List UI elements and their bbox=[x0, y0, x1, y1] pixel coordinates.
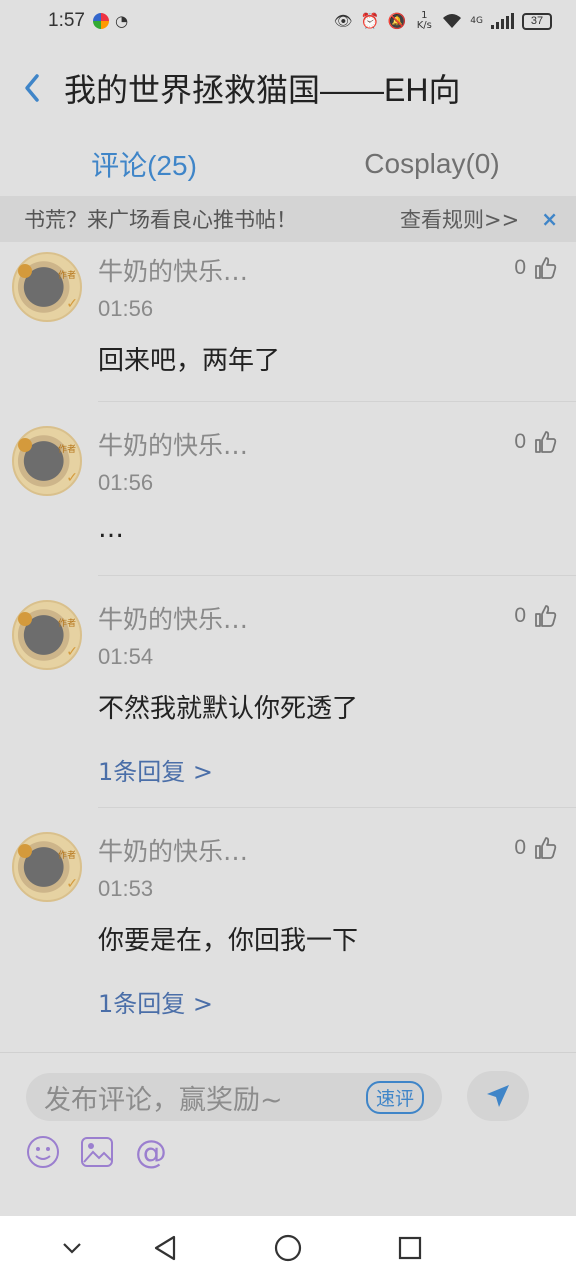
chevron-down-icon[interactable] bbox=[56, 1232, 88, 1264]
comment-item: 作者 ✓ 牛奶的快乐… 01:56 0 回来吧，两年了 bbox=[0, 244, 576, 402]
mute-icon: 🔕 bbox=[387, 12, 407, 30]
avatar[interactable]: 作者 ✓ bbox=[12, 832, 82, 902]
view-replies-link[interactable]: 1条回复 > bbox=[98, 752, 213, 787]
signal-icon bbox=[491, 13, 514, 29]
author-tag: 作者 bbox=[57, 619, 76, 629]
comment-username[interactable]: 牛奶的快乐… bbox=[98, 832, 248, 868]
system-navigation-bar bbox=[0, 1216, 576, 1280]
comment-item: 作者 ✓ 牛奶的快乐… 01:53 0 你要是在，你回我一下 1条回复 > bbox=[0, 824, 576, 1040]
close-icon[interactable]: × bbox=[541, 207, 558, 231]
tab-bar: 评论(25) Cosplay(0) bbox=[0, 134, 576, 194]
quick-comment-button[interactable]: 速评 bbox=[365, 1080, 424, 1114]
notice-text[interactable]: 书荒？来广场看良心推书帖！ bbox=[24, 204, 297, 234]
like-count: 0 bbox=[514, 256, 526, 279]
comment-time: 01:54 bbox=[98, 644, 154, 669]
author-tag: 作者 bbox=[57, 271, 76, 281]
image-icon[interactable] bbox=[80, 1135, 114, 1169]
comment-text: 回来吧，两年了 bbox=[98, 346, 281, 376]
send-button[interactable] bbox=[467, 1071, 529, 1121]
check-icon: ✓ bbox=[66, 644, 78, 660]
network-speed: 1 K/s bbox=[416, 10, 432, 31]
comment-text: … bbox=[98, 514, 124, 544]
thumbs-up-icon bbox=[535, 837, 557, 859]
thumbs-up-icon bbox=[535, 257, 557, 279]
comment-input[interactable]: 发布评论，赢奖励~ 速评 bbox=[26, 1073, 442, 1121]
comment-input-placeholder: 发布评论，赢奖励~ bbox=[44, 1084, 283, 1116]
like-count: 0 bbox=[514, 604, 526, 627]
send-icon bbox=[487, 1085, 509, 1107]
status-time: 1:57 bbox=[48, 10, 85, 31]
comment-time: 01:56 bbox=[98, 296, 154, 321]
eye-icon: 👁 bbox=[333, 12, 353, 30]
like-count: 0 bbox=[514, 836, 526, 859]
network-type: 4G bbox=[470, 16, 483, 26]
comment-username[interactable]: 牛奶的快乐… bbox=[98, 426, 248, 462]
avatar[interactable]: 作者 ✓ bbox=[12, 600, 82, 670]
notice-banner: 书荒？来广场看良心推书帖！ 查看规则>> × bbox=[0, 196, 576, 242]
thumbs-up-icon bbox=[535, 431, 557, 453]
battery-icon: 37 bbox=[522, 12, 552, 30]
check-icon: ✓ bbox=[66, 470, 78, 486]
header: 我的世界拯救猫国——EH向 bbox=[0, 42, 576, 134]
check-icon: ✓ bbox=[66, 876, 78, 892]
mention-icon[interactable]: @ bbox=[134, 1133, 168, 1171]
thumbs-up-icon bbox=[535, 605, 557, 627]
comment-username[interactable]: 牛奶的快乐… bbox=[98, 252, 248, 288]
comment-time: 01:53 bbox=[98, 876, 154, 901]
comment-text: 你要是在，你回我一下 bbox=[98, 926, 359, 956]
alarm-icon: ⏰ bbox=[360, 12, 380, 30]
nav-recents-icon[interactable] bbox=[394, 1232, 426, 1264]
emoji-icon[interactable] bbox=[26, 1135, 60, 1169]
comment-composer: 发布评论，赢奖励~ 速评 @ bbox=[0, 1052, 576, 1216]
comment-username[interactable]: 牛奶的快乐… bbox=[98, 600, 248, 636]
divider bbox=[98, 575, 576, 576]
back-button[interactable] bbox=[0, 42, 64, 134]
gauge-icon: ◔ bbox=[114, 12, 129, 30]
tab-comments[interactable]: 评论(25) bbox=[0, 134, 288, 194]
like-button[interactable]: 0 bbox=[514, 836, 558, 860]
page-title: 我的世界拯救猫国——EH向 bbox=[64, 72, 461, 108]
nav-back-icon[interactable] bbox=[150, 1232, 182, 1264]
like-count: 0 bbox=[514, 430, 526, 453]
divider bbox=[98, 401, 576, 402]
author-tag: 作者 bbox=[57, 851, 76, 861]
nav-home-icon[interactable] bbox=[272, 1232, 304, 1264]
app-notification-icon bbox=[92, 13, 109, 29]
wifi-icon bbox=[442, 13, 462, 29]
divider bbox=[98, 807, 576, 808]
avatar[interactable]: 作者 ✓ bbox=[12, 252, 82, 322]
like-button[interactable]: 0 bbox=[514, 604, 558, 628]
comment-text: 不然我就默认你死透了 bbox=[98, 694, 359, 724]
comment-time: 01:56 bbox=[98, 470, 154, 495]
chevron-left-icon bbox=[25, 74, 39, 102]
comment-item: 作者 ✓ 牛奶的快乐… 01:54 0 不然我就默认你死透了 1条回复 > bbox=[0, 592, 576, 808]
like-button[interactable]: 0 bbox=[514, 430, 558, 454]
comment-item: 作者 ✓ 牛奶的快乐… 01:56 0 … bbox=[0, 418, 576, 576]
status-bar: 1:57 ◔ 👁 ⏰ 🔕 1 K/s 4G 37 bbox=[0, 0, 576, 42]
author-tag: 作者 bbox=[57, 445, 76, 455]
avatar[interactable]: 作者 ✓ bbox=[12, 426, 82, 496]
view-rules-link[interactable]: 查看规则>> bbox=[400, 204, 519, 234]
tab-cosplay[interactable]: Cosplay(0) bbox=[288, 134, 576, 194]
check-icon: ✓ bbox=[66, 296, 78, 312]
composer-tools: @ bbox=[26, 1133, 168, 1171]
like-button[interactable]: 0 bbox=[514, 256, 558, 280]
view-replies-link[interactable]: 1条回复 > bbox=[98, 984, 213, 1019]
